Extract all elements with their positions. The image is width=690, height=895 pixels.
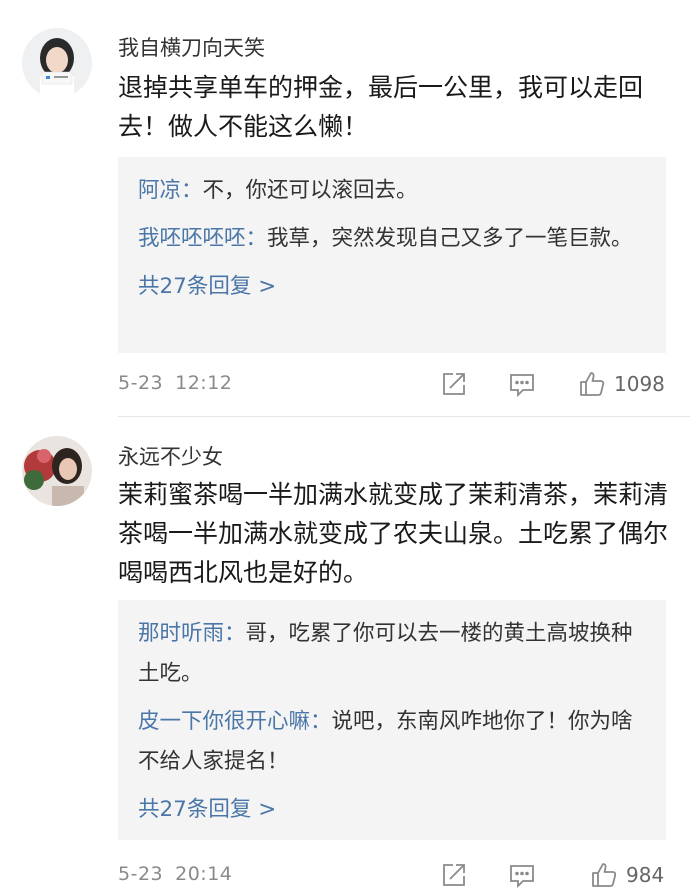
- comment-icon[interactable]: [508, 370, 536, 398]
- reply-separator: ：: [310, 709, 332, 734]
- comment-item: 我自横刀向天笑 退掉共享单车的押金，最后一公里，我可以走回去！做人不能这么懒！ …: [0, 0, 690, 420]
- replies-box: 那时听雨：哥，吃累了你可以去一楼的黄土高坡换种土吃。 皮一下你很开心嘛：说吧，东…: [118, 600, 666, 840]
- comment-text: 退掉共享单车的押金，最后一公里，我可以走回去！做人不能这么懒！: [118, 73, 644, 141]
- date-text: 5-23: [118, 372, 164, 394]
- comment-date: 5-23 12:12: [118, 372, 232, 394]
- thumbs-up-icon[interactable]: [578, 370, 606, 398]
- reply-username[interactable]: 那时听雨: [138, 621, 224, 646]
- reply-text: 我草，突然发现自己又多了一笔巨款。: [267, 226, 633, 251]
- share-icon[interactable]: [440, 861, 468, 889]
- time-text: 12:12: [175, 372, 233, 394]
- reply-item: 我呸呸呸呸：我草，突然发现自己又多了一笔巨款。: [138, 219, 646, 259]
- reply-username[interactable]: 我呸呸呸呸: [138, 226, 246, 251]
- reply-text: 不，你还可以滚回去。: [202, 178, 418, 203]
- reply-item: 那时听雨：哥，吃累了你可以去一楼的黄土高坡换种土吃。: [138, 614, 646, 694]
- avatar[interactable]: [22, 28, 92, 98]
- time-text: 20:14: [175, 863, 233, 885]
- comment-date: 5-23 20:14: [118, 863, 232, 885]
- like-count: 984: [626, 863, 665, 887]
- more-replies-link[interactable]: 共27条回复 >: [138, 790, 646, 830]
- comment-username[interactable]: 我自横刀向天笑: [118, 32, 265, 62]
- more-replies-link[interactable]: 共27条回复 >: [138, 267, 646, 307]
- reply-separator: ：: [224, 621, 246, 646]
- reply-username[interactable]: 阿凉: [138, 178, 181, 203]
- reply-separator: ：: [181, 178, 203, 203]
- comment-icon[interactable]: [508, 861, 536, 889]
- reply-username[interactable]: 皮一下你很开心嘛: [138, 709, 310, 734]
- reply-item: 阿凉：不，你还可以滚回去。: [138, 171, 646, 211]
- share-icon[interactable]: [440, 370, 468, 398]
- avatar[interactable]: [22, 436, 92, 506]
- reply-separator: ：: [245, 226, 268, 251]
- replies-box: 阿凉：不，你还可以滚回去。 我呸呸呸呸：我草，突然发现自己又多了一笔巨款。 共2…: [118, 157, 666, 353]
- comment-item: 永远不少女 茉莉蜜茶喝一半加满水就变成了茉莉清茶，茉莉清茶喝一半加满水就变成了农…: [0, 417, 690, 895]
- thumbs-up-icon[interactable]: [590, 861, 618, 889]
- comment-meta: 5-23 20:14 984: [118, 859, 668, 891]
- date-text: 5-23: [118, 863, 164, 885]
- comment-text: 茉莉蜜茶喝一半加满水就变成了茉莉清茶，茉莉清茶喝一半加满水就变成了农夫山泉。土吃…: [118, 480, 669, 587]
- like-count: 1098: [614, 372, 665, 396]
- comment-meta: 5-23 12:12 1098: [118, 368, 668, 400]
- reply-item: 皮一下你很开心嘛：说吧，东南风咋地你了！你为啥不给人家提名！: [138, 702, 646, 782]
- comment-username[interactable]: 永远不少女: [118, 441, 223, 471]
